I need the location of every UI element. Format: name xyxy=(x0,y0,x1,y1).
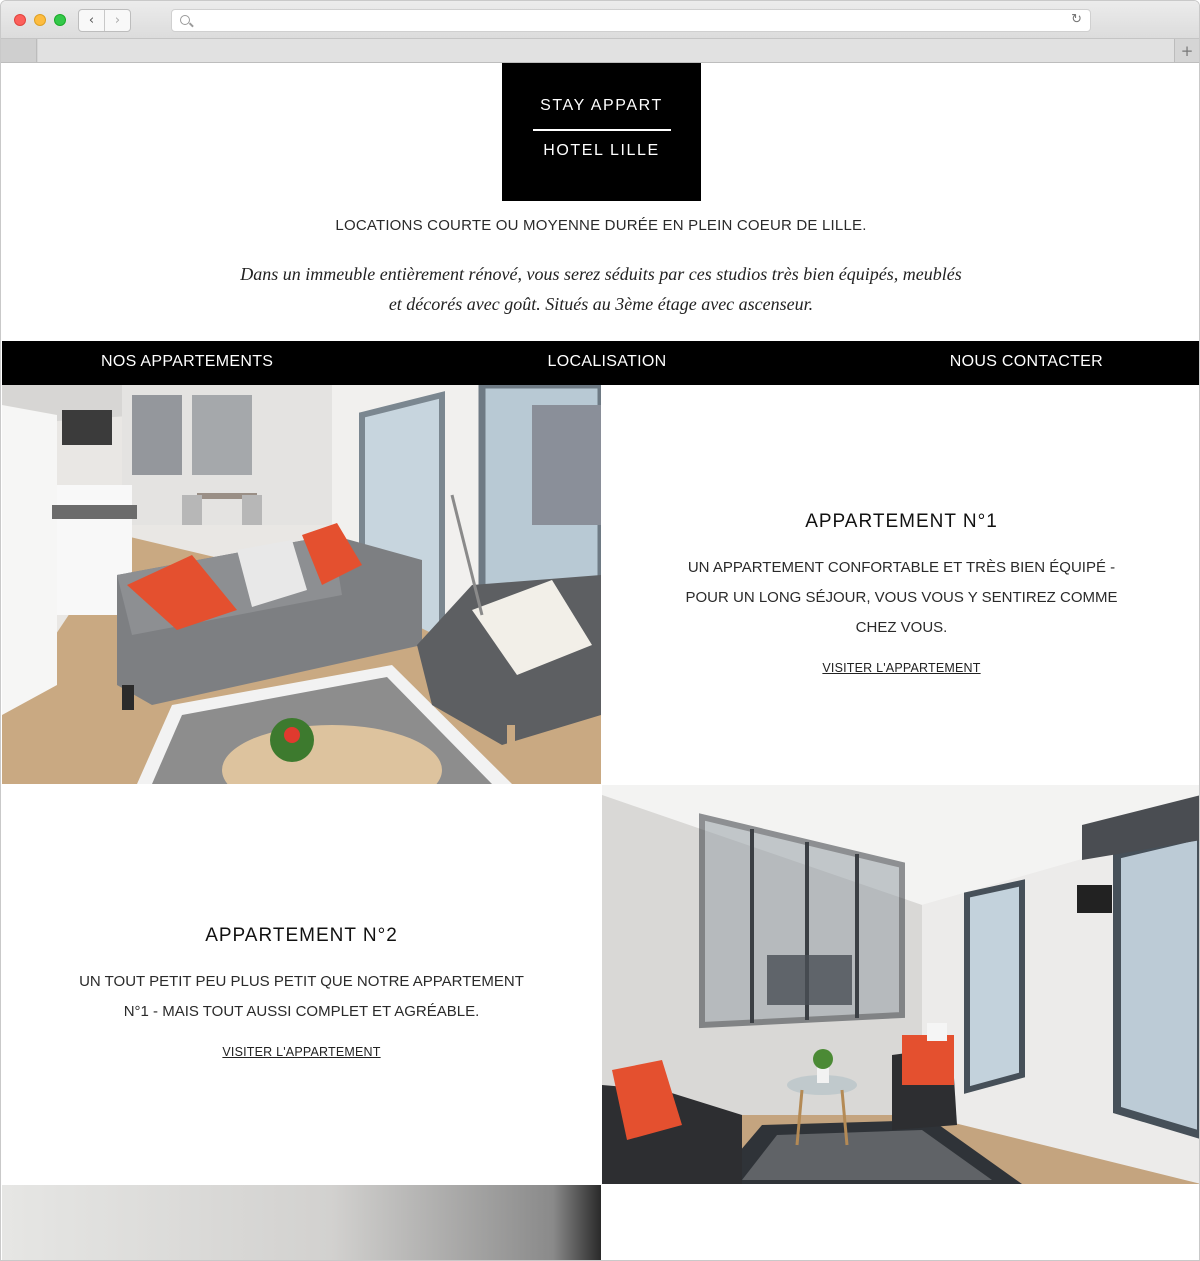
apartment-1-content: APPARTEMENT N°1 UN APPARTEMENT CONFORTAB… xyxy=(602,511,1199,677)
maximize-window-button[interactable] xyxy=(54,14,66,26)
main-nav: NOS APPARTEMENTS LOCALISATION NOUS CONTA… xyxy=(2,341,1199,385)
apartment-2-card: APPARTEMENT N°2 UN TOUT PETIT PEU PLUS P… xyxy=(2,785,601,1184)
logo-divider xyxy=(533,129,671,131)
apartment-3-card xyxy=(602,1185,1199,1260)
apartment-1-title: APPARTEMENT N°1 xyxy=(805,511,998,532)
intro-text: Dans un immeuble entièrement rénové, vou… xyxy=(202,259,1000,319)
site-logo[interactable]: STAY APPART HOTEL LILLE xyxy=(502,63,701,201)
apartment-1-desc-line-2: POUR UN LONG SÉJOUR, VOUS VOUS Y SENTIRE… xyxy=(685,589,1118,606)
tagline: LOCATIONS COURTE OU MOYENNE DURÉE EN PLE… xyxy=(335,217,867,234)
intro-line-2: et décorés avec goût. Situés au 3ème éta… xyxy=(388,294,814,314)
apartment-1-desc-line-1: UN APPARTEMENT CONFORTABLE ET TRÈS BIEN … xyxy=(687,559,1116,576)
apartment-1-image xyxy=(2,385,601,784)
apartment-2-visit-link[interactable]: VISITER L'APPARTEMENT xyxy=(222,1045,380,1059)
browser-titlebar: ‹ › ↻ xyxy=(1,1,1199,39)
logo-line-2: HOTEL LILLE xyxy=(543,142,660,159)
apartment-1-visit-link[interactable]: VISITER L'APPARTEMENT xyxy=(822,661,980,675)
browser-window: ‹ › ↻ + STAY APPART HOTEL LILLE LOCATION… xyxy=(0,0,1200,1261)
new-tab-icon[interactable]: + xyxy=(1174,39,1199,62)
tab-active[interactable] xyxy=(38,39,1175,62)
apartment-2-desc-line-2: N°1 - MAIS TOUT AUSSI COMPLET ET AGRÉABL… xyxy=(123,1003,480,1020)
apartment-1-desc-line-3: CHEZ VOUS. xyxy=(855,619,948,636)
close-window-button[interactable] xyxy=(14,14,26,26)
nav-contact[interactable]: NOUS CONTACTER xyxy=(950,353,1103,371)
search-icon xyxy=(180,15,190,25)
apartment-2-image xyxy=(602,785,1199,1184)
apartment-3-image xyxy=(2,1185,601,1260)
apartment-1-photo[interactable] xyxy=(2,385,601,784)
apartment-2-photo[interactable] xyxy=(602,785,1199,1184)
intro-line-1: Dans un immeuble entièrement rénové, vou… xyxy=(240,264,962,284)
apartment-1-description: UN APPARTEMENT CONFORTABLE ET TRÈS BIEN … xyxy=(602,553,1199,643)
tab-bar: + xyxy=(1,39,1199,63)
apartment-2-content: APPARTEMENT N°2 UN TOUT PETIT PEU PLUS P… xyxy=(2,925,601,1061)
tab-overview[interactable] xyxy=(1,39,37,62)
logo-line-1: STAY APPART xyxy=(540,97,663,114)
apartment-1-card: APPARTEMENT N°1 UN APPARTEMENT CONFORTAB… xyxy=(602,385,1199,784)
address-bar[interactable]: ↻ xyxy=(171,9,1091,32)
apartment-2-desc-line-1: UN TOUT PETIT PEU PLUS PETIT QUE NOTRE A… xyxy=(79,973,524,990)
back-icon[interactable]: ‹ xyxy=(79,10,104,31)
history-buttons: ‹ › xyxy=(78,9,131,32)
apartment-2-description: UN TOUT PETIT PEU PLUS PETIT QUE NOTRE A… xyxy=(2,967,601,1027)
minimize-window-button[interactable] xyxy=(34,14,46,26)
forward-icon[interactable]: › xyxy=(104,10,130,31)
apartment-2-title: APPARTEMENT N°2 xyxy=(205,925,398,946)
reload-icon[interactable]: ↻ xyxy=(1071,12,1082,27)
apartment-3-photo[interactable] xyxy=(2,1185,601,1260)
website: STAY APPART HOTEL LILLE LOCATIONS COURTE… xyxy=(2,63,1199,1260)
